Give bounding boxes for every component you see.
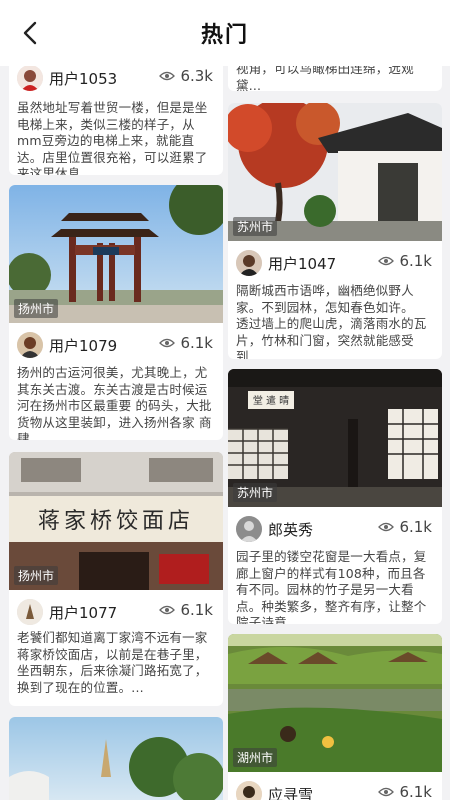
post-meta: 郎英秀 6.1k xyxy=(228,515,442,545)
post-card[interactable]: 用户1053 6.3k 虽然地址写着世贸一楼，但是是坐电梯上来，类似三楼的样子，… xyxy=(9,58,223,175)
shop-sign: 蒋家桥饺面店 xyxy=(38,509,194,534)
avatar[interactable] xyxy=(236,781,262,800)
post-description: 虽然地址写着世贸一楼，但是是坐电梯上来，类似三楼的样子，从mm豆旁边的电梯上来，… xyxy=(17,100,208,175)
post-meta: 用户1053 6.3k xyxy=(9,64,223,94)
post-meta: 应寻雪 6.1k xyxy=(228,780,442,800)
view-count-value: 6.1k xyxy=(399,252,432,270)
view-count-value: 6.1k xyxy=(399,518,432,536)
top-bar: 热门 xyxy=(0,0,450,66)
city-tag: 苏州市 xyxy=(233,217,278,236)
view-count: 6.3k xyxy=(159,67,213,85)
post-card[interactable]: 堂 遣 晴 苏州市 郎英秀 6.1k 园子里的镂空花窗是一大看点，复廊上窗户的样… xyxy=(228,369,442,624)
view-count-value: 6.1k xyxy=(180,334,213,352)
post-photo[interactable]: 堂 遣 晴 苏州市 xyxy=(228,369,442,507)
post-card[interactable]: 蒋家桥饺面店 扬州市 用户1077 6.1k 老饕们都知道离丁家湾不远有一家蒋家… xyxy=(9,452,223,706)
post-photo[interactable]: 湖州市 xyxy=(228,634,442,772)
post-card[interactable] xyxy=(9,717,223,800)
eye-icon xyxy=(378,255,395,267)
view-count: 6.1k xyxy=(159,601,213,619)
avatar[interactable] xyxy=(236,250,262,276)
view-count: 6.1k xyxy=(378,518,432,536)
username[interactable]: 用户1079 xyxy=(49,335,117,356)
view-count-value: 6.3k xyxy=(180,67,213,85)
post-card[interactable]: 湖州市 应寻雪 6.1k xyxy=(228,634,442,800)
username[interactable]: 用户1047 xyxy=(268,253,336,274)
view-count-value: 6.1k xyxy=(399,783,432,800)
post-card[interactable]: 苏州市 用户1047 6.1k 隔断城西市语哗，幽栖绝似野人家。不到园林，怎知春… xyxy=(228,103,442,359)
username[interactable]: 用户1053 xyxy=(49,68,117,89)
post-photo[interactable]: 苏州市 xyxy=(228,103,442,241)
eye-icon xyxy=(159,70,176,82)
post-description: 园子里的镂空花窗是一大看点，复廊上窗户的样式有108种，而且各有不同。园林的竹子… xyxy=(236,549,427,624)
post-description: 隔断城西市语哗，幽栖绝似野人家。不到园林，怎知春色如许。 透过墙上的爬山虎，滴落… xyxy=(236,283,427,359)
view-count: 6.1k xyxy=(378,252,432,270)
post-card[interactable]: 扬州市 用户1079 6.1k 扬州的古运河很美，尤其晚上，尤其东关古渡。东关古… xyxy=(9,185,223,440)
post-meta: 用户1047 6.1k xyxy=(228,249,442,279)
view-count-value: 6.1k xyxy=(180,601,213,619)
view-count: 6.1k xyxy=(159,334,213,352)
hall-plaque: 堂 遣 晴 xyxy=(253,394,289,407)
city-tag: 苏州市 xyxy=(233,483,278,502)
eye-icon xyxy=(378,521,395,533)
city-tag: 扬州市 xyxy=(14,299,59,318)
username[interactable]: 用户1077 xyxy=(49,602,117,623)
post-meta: 用户1079 6.1k xyxy=(9,331,223,361)
post-photo[interactable]: 扬州市 xyxy=(9,185,223,323)
post-description: 老饕们都知道离丁家湾不远有一家蒋家桥饺面店，以前是在巷子里，坐西朝东，后来徐凝门… xyxy=(17,630,208,695)
username[interactable]: 应寻雪 xyxy=(268,784,313,800)
page-title: 热门 xyxy=(200,23,249,48)
city-tag: 扬州市 xyxy=(14,566,59,585)
post-meta: 用户1077 6.1k xyxy=(9,598,223,628)
post-description: 扬州的古运河很美，尤其晚上，尤其东关古渡。东关古渡是古时候运河在扬州市区最重要 … xyxy=(17,365,212,440)
avatar[interactable] xyxy=(17,599,43,625)
view-count: 6.1k xyxy=(378,783,432,800)
avatar[interactable] xyxy=(236,516,262,542)
eye-icon xyxy=(159,337,176,349)
username[interactable]: 郎英秀 xyxy=(268,519,313,540)
avatar[interactable] xyxy=(17,65,43,91)
avatar[interactable] xyxy=(17,332,43,358)
eye-icon xyxy=(378,786,395,798)
post-photo[interactable] xyxy=(9,717,223,800)
eye-icon xyxy=(159,604,176,616)
city-tag: 湖州市 xyxy=(233,748,278,767)
post-photo[interactable]: 蒋家桥饺面店 扬州市 xyxy=(9,452,223,590)
